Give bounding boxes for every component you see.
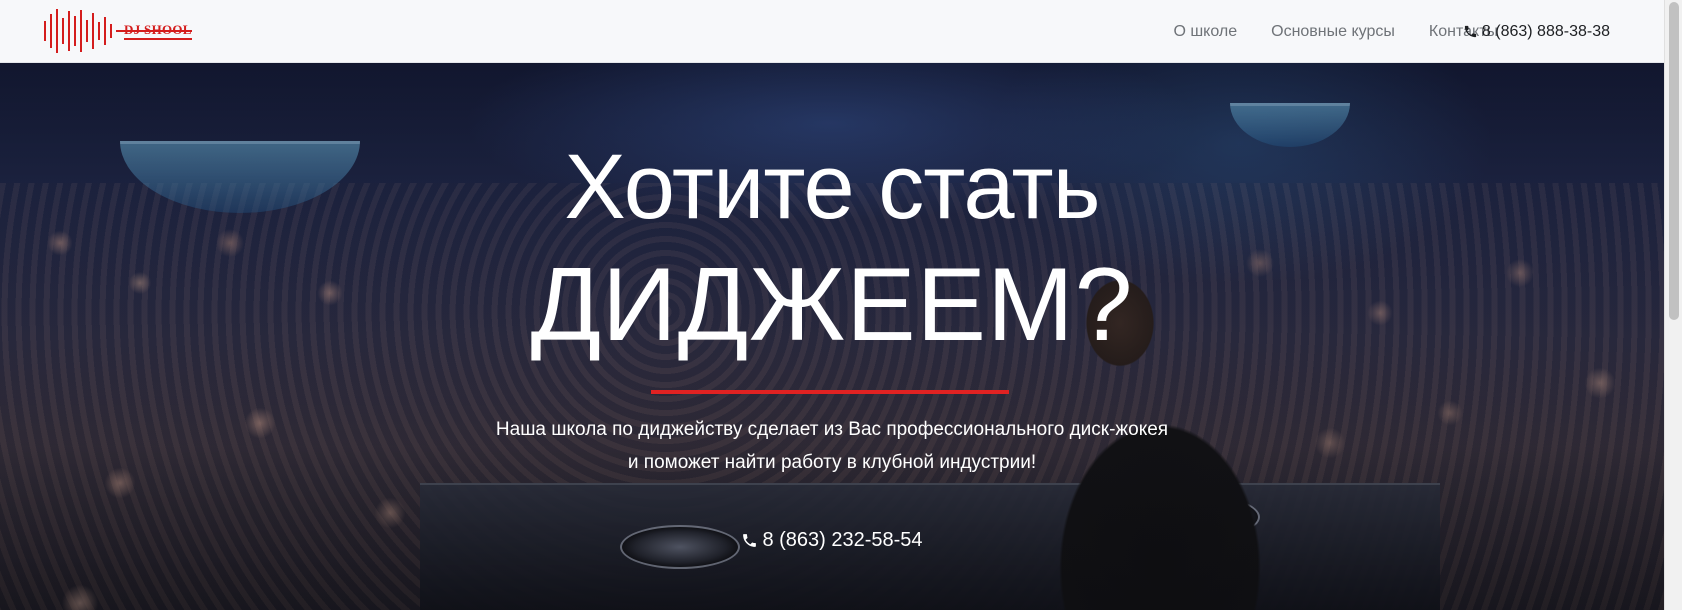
nav-link-about[interactable]: О школе (1173, 23, 1237, 41)
hero-section: Хотите стать ДИДЖЕЕМ? Наша школа по дидж… (0, 63, 1664, 610)
hero-divider (651, 390, 1009, 394)
top-navbar: DJ SHOOL О школе Основные курсы Контакты… (0, 0, 1664, 63)
phone-icon (1463, 24, 1478, 39)
phone-icon (741, 532, 758, 549)
site-logo[interactable]: DJ SHOOL (44, 8, 192, 54)
nav-link-courses[interactable]: Основные курсы (1271, 23, 1395, 41)
scrollbar-thumb[interactable] (1669, 2, 1679, 320)
nav-phone-number: 8 (863) 888-38-38 (1481, 22, 1610, 40)
hero-headline-line1: Хотите стать (564, 136, 1100, 238)
hero-phone-number: 8 (863) 232-58-54 (762, 529, 923, 551)
logo-text: DJ SHOOL (116, 23, 192, 40)
hero-headline-line2: ДИДЖЕЕМ? (530, 247, 1134, 363)
hero-subtitle-line2: и поможет найти работу в клубной индустр… (627, 452, 1037, 473)
main-nav: О школе Основные курсы Контакты (1139, 0, 1498, 63)
page-scrollbar[interactable] (1664, 0, 1682, 610)
hero-subtitle-line1: Наша школа по диджейству сделает из Вас … (495, 419, 1169, 440)
hero-subtitle: Наша школа по диджейству сделает из Вас … (0, 413, 1664, 479)
nav-phone-link[interactable]: 8 (863) 888-38-38 (1463, 0, 1610, 63)
sound-wave-icon (44, 8, 112, 54)
hero-phone-link[interactable]: 8 (863) 232-58-54 (0, 529, 1664, 552)
